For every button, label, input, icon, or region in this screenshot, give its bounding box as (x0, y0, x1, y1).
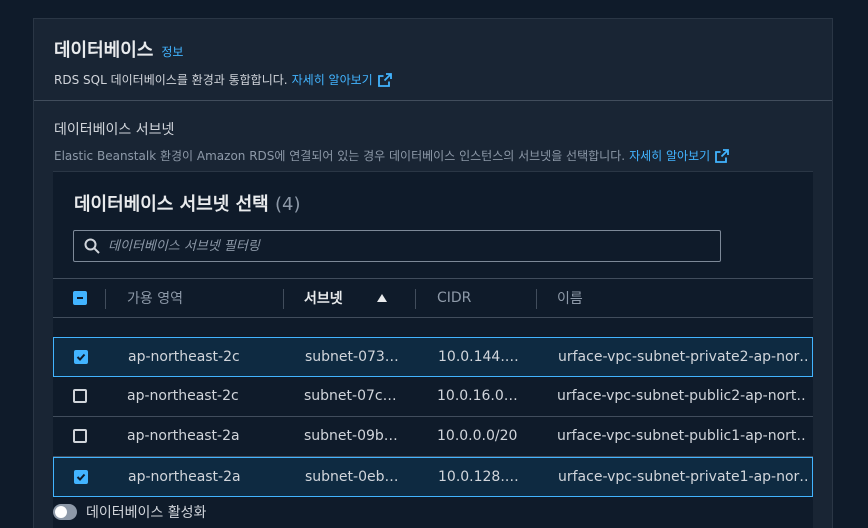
row-checkbox[interactable] (73, 429, 87, 443)
row-az: ap-northeast-2a (128, 469, 241, 485)
database-enable-label: 데이터베이스 활성화 (86, 505, 207, 521)
subnet-table: 데이터베이스 서브넷 선택 (4) 가용 영역 서브넷 (53, 171, 813, 528)
column-divider[interactable] (536, 289, 537, 309)
column-header-subnet-label: 서브넷 (304, 291, 343, 307)
column-divider[interactable] (415, 289, 416, 309)
external-link-icon[interactable] (715, 148, 730, 163)
database-toggle-row[interactable]: 데이터베이스 활성화 (53, 502, 206, 522)
sort-ascending-icon[interactable] (376, 293, 387, 303)
row-checkbox[interactable] (73, 389, 87, 403)
search-icon (84, 238, 100, 254)
row-cidr: 10.0.16.0… (437, 388, 518, 404)
database-panel: 데이터베이스 정보 RDS SQL 데이터베이스를 환경과 통합합니다. 자세히… (33, 18, 833, 528)
column-header-name[interactable]: 이름 (557, 279, 583, 317)
select-all-checkbox[interactable] (73, 291, 87, 305)
table-count: (4) (274, 194, 301, 215)
info-link[interactable]: 정보 (161, 43, 183, 60)
panel-description: RDS SQL 데이터베이스를 환경과 통합합니다. (54, 73, 288, 87)
learn-more-link[interactable]: 자세히 알아보기 (292, 71, 373, 88)
database-enable-toggle[interactable] (53, 504, 77, 520)
row-checkbox[interactable] (74, 350, 88, 364)
row-az: ap-northeast-2a (127, 428, 240, 444)
row-name: urface-vpc-subnet-public2-ap-nort… (557, 388, 807, 404)
subnet-filter-input[interactable] (108, 238, 708, 254)
table-title: 데이터베이스 서브넷 선택 (4) (74, 190, 300, 216)
row-subnet: subnet-07c… (304, 388, 397, 404)
subnet-section-label: 데이터베이스 서브넷 (54, 122, 175, 138)
table-row[interactable]: ap-northeast-2c subnet-07c… 10.0.16.0… u… (53, 377, 813, 417)
panel-header: 데이터베이스 정보 RDS SQL 데이터베이스를 환경과 통합합니다. 자세히… (34, 19, 832, 101)
subnet-section-description: Elastic Beanstalk 환경이 Amazon RDS에 연결되어 있… (54, 149, 626, 163)
column-divider[interactable] (283, 289, 284, 309)
row-az: ap-northeast-2c (128, 349, 240, 365)
subnet-section: 데이터베이스 서브넷 Elastic Beanstalk 환경이 Amazon … (34, 101, 832, 164)
external-link-icon[interactable] (377, 72, 392, 87)
subnet-filter[interactable] (73, 230, 721, 262)
table-row[interactable]: ap-northeast-2c subnet-073… 10.0.144.… u… (53, 337, 813, 377)
row-cidr: 10.0.128.… (438, 469, 519, 485)
row-name: urface-vpc-subnet-private1-ap-nor… (558, 469, 808, 485)
row-cidr: 10.0.144.… (438, 349, 519, 365)
row-name: urface-vpc-subnet-public1-ap-nort… (557, 428, 807, 444)
table-row[interactable]: ap-northeast-2a subnet-09b… 10.0.0.0/20 … (53, 417, 813, 457)
row-subnet: subnet-09b… (304, 428, 398, 444)
row-az: ap-northeast-2c (127, 388, 239, 404)
table-title-text: 데이터베이스 서브넷 선택 (74, 194, 269, 215)
table-header: 가용 영역 서브넷 CIDR 이름 (53, 278, 813, 318)
row-checkbox[interactable] (74, 470, 88, 484)
select-all-cell[interactable] (73, 279, 87, 317)
column-header-subnet[interactable]: 서브넷 (304, 279, 387, 317)
column-header-cidr[interactable]: CIDR (437, 279, 471, 317)
panel-title: 데이터베이스 (54, 40, 154, 61)
table-row[interactable]: ap-northeast-2a subnet-0eb… 10.0.128.… u… (53, 457, 813, 497)
column-divider (105, 289, 106, 309)
row-subnet: subnet-0eb… (305, 469, 399, 485)
row-subnet: subnet-073… (305, 349, 399, 365)
subnet-learn-more-link[interactable]: 자세히 알아보기 (629, 147, 710, 164)
row-name: urface-vpc-subnet-private2-ap-nor… (558, 349, 808, 365)
column-header-az[interactable]: 가용 영역 (127, 279, 183, 317)
row-cidr: 10.0.0.0/20 (437, 428, 518, 444)
